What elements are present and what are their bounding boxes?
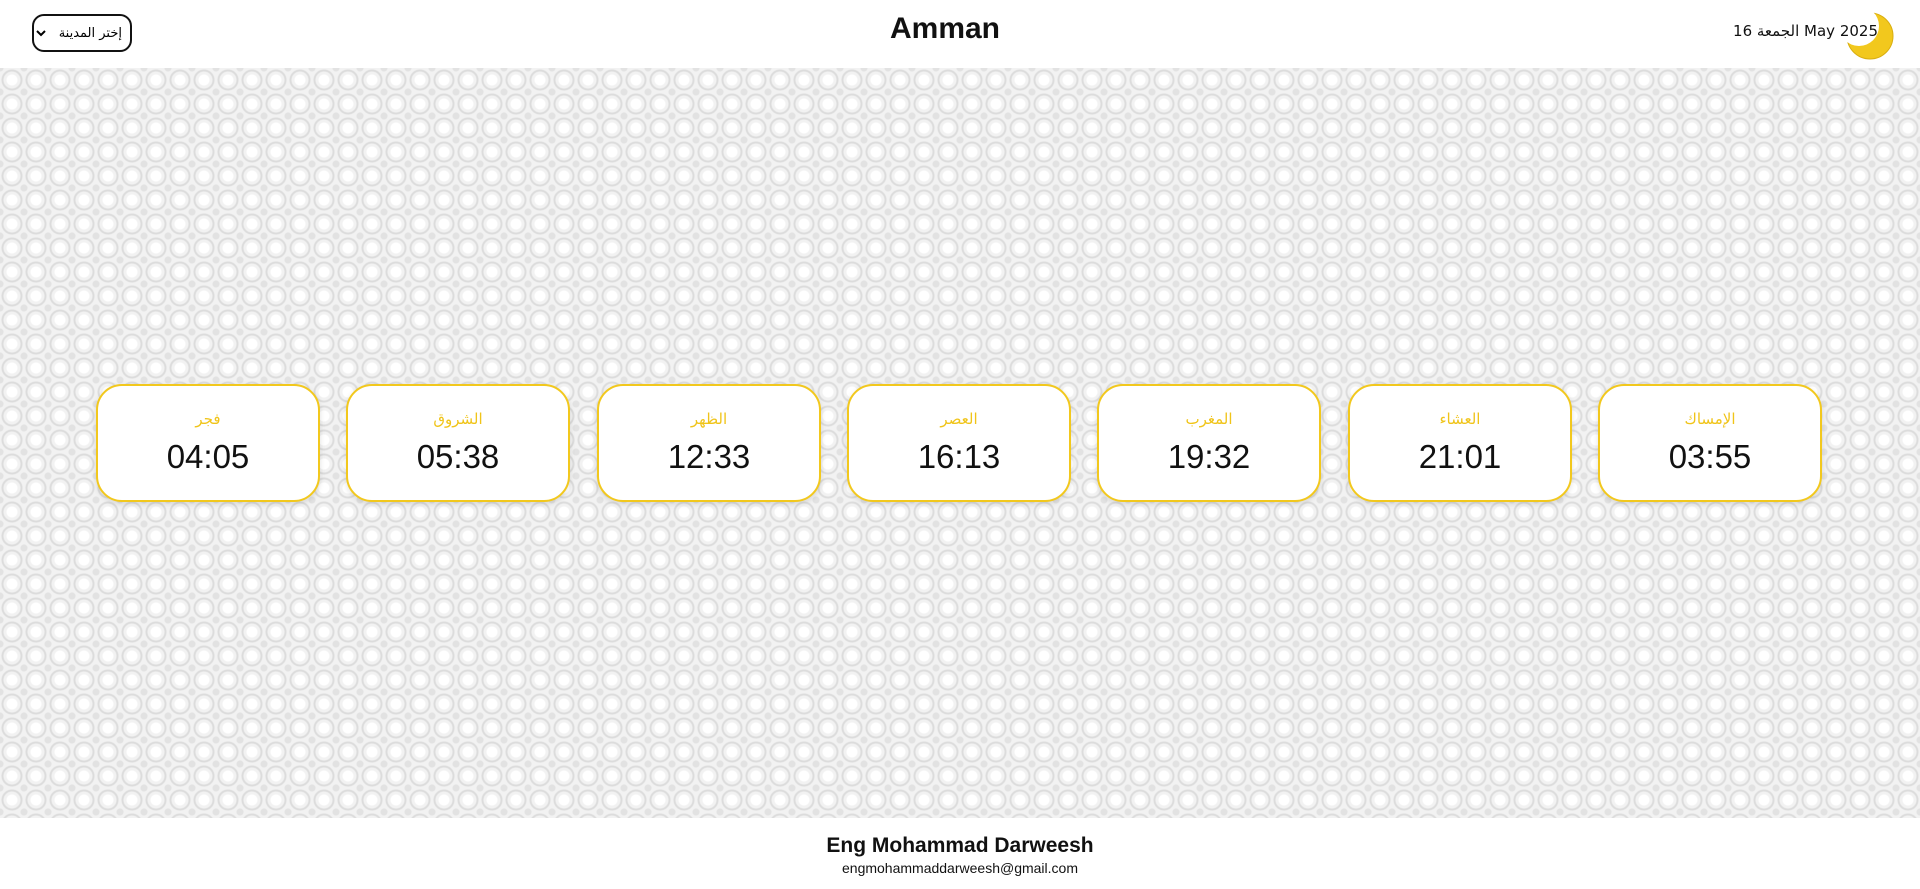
author-name: Eng Mohammad Darweesh [826,834,1094,857]
prayer-name: الشروق [433,410,483,428]
footer: Eng Mohammad Darweesh engmohammaddarwees… [0,818,1920,889]
prayer-name: فجر [195,410,221,428]
current-date: الجمعة 16 May 2025 [1733,22,1878,40]
author-email: engmohammaddarweesh@gmail.com [842,860,1078,876]
prayer-time: 03:55 [1668,438,1752,475]
prayer-card-isha: العشاء 21:01 [1348,384,1572,502]
prayer-name: العصر [940,410,978,428]
prayer-card-fajr: فجر 04:05 [96,384,320,502]
prayer-card-dhuhr: الظهر 12:33 [597,384,821,502]
header: إختر المدينة Amman الجمعة 16 May 2025 [0,0,1920,68]
prayer-time: 12:33 [667,438,751,475]
date-display: الجمعة 16 May 2025 [1714,6,1894,62]
prayer-card-imsak: الإمساك 03:55 [1598,384,1822,502]
prayer-time: 21:01 [1418,438,1502,475]
prayer-name: الظهر [690,410,728,428]
prayer-name: العشاء [1439,410,1481,428]
prayer-time: 04:05 [166,438,250,475]
prayer-name: المغرب [1185,410,1233,428]
prayer-card-asr: العصر 16:13 [847,384,1071,502]
page-title: Amman [889,12,1001,45]
prayer-time: 16:13 [917,438,1001,475]
prayer-card-maghrib: المغرب 19:32 [1097,384,1321,502]
prayer-times-page: إختر المدينة Amman الجمعة 16 May 2025 فج… [0,0,1920,889]
prayer-name: الإمساك [1684,410,1736,428]
prayer-cards-row: فجر 04:05 الشروق 05:38 الظهر 12:33 العصر… [96,384,1824,502]
prayer-time: 05:38 [416,438,500,475]
prayer-card-sunrise: الشروق 05:38 [346,384,570,502]
prayer-time: 19:32 [1167,438,1251,475]
